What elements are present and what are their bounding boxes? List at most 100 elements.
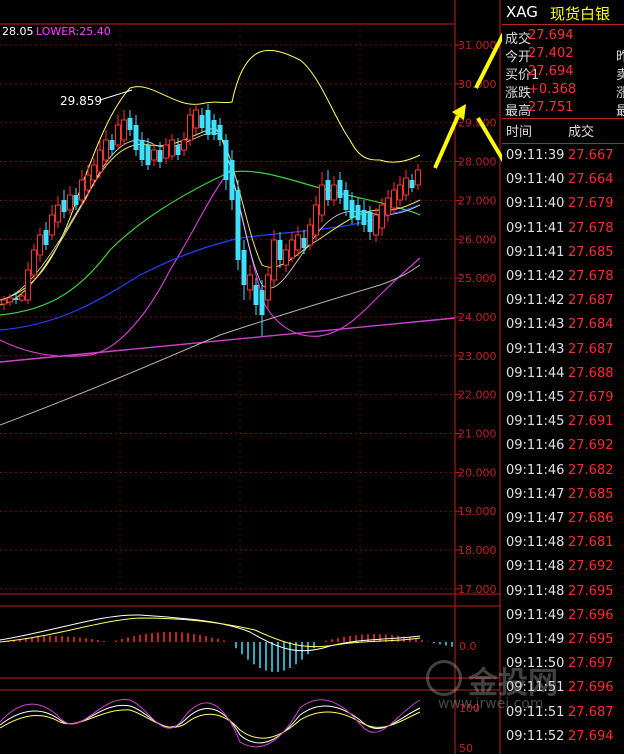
quote-header: XAG 现货白银	[502, 0, 624, 23]
tick-row[interactable]: 09:11:43 27.687	[502, 342, 624, 361]
tick-price: 27.694	[568, 728, 614, 744]
watermark-url: www.jrwei.com	[438, 696, 544, 712]
tick-time: 09:11:43	[506, 317, 565, 333]
kdj-axis-50: 50	[459, 742, 473, 754]
candle-body	[367, 212, 373, 232]
tick-price: 27.687	[568, 293, 614, 309]
price-axis: 31.00030.00029.00028.00027.00026.00025.0…	[458, 39, 497, 596]
quote-row: 今开 27.402 昨	[502, 46, 624, 65]
macd-dif-line	[0, 614, 421, 652]
candle-body	[271, 239, 277, 281]
tick-price: 27.692	[568, 438, 614, 454]
tick-price: 27.696	[568, 607, 614, 623]
tick-time: 09:11:52	[506, 728, 565, 744]
tick-price: 27.679	[568, 196, 614, 212]
ma-blue-line	[0, 204, 421, 331]
tick-time: 09:11:48	[506, 583, 565, 599]
candle-body	[61, 200, 67, 212]
tick-price: 27.692	[568, 559, 614, 575]
tick-time: 09:11:42	[506, 269, 565, 284]
quote-extra-label: 最	[616, 104, 624, 119]
candle-body	[115, 124, 121, 146]
tick-row[interactable]: 09:11:39 27.667	[502, 148, 624, 167]
candle-body	[121, 119, 127, 141]
tick-row[interactable]: 09:11:41 27.685	[502, 245, 624, 264]
candle-body	[355, 205, 361, 220]
candle-body	[199, 115, 205, 128]
tick-price: 27.678	[568, 220, 614, 236]
candle-body	[415, 169, 421, 186]
tick-row[interactable]: 09:11:46 27.692	[502, 438, 624, 457]
candle-body	[49, 214, 55, 236]
boll-upper-label: 28.05	[2, 25, 34, 38]
chart-frame	[0, 0, 501, 754]
tick-time: 09:11:43	[506, 341, 565, 357]
candle-body	[55, 204, 61, 223]
candle-body	[325, 180, 331, 200]
tick-row[interactable]: 09:11:48 27.692	[502, 559, 624, 578]
tick-row[interactable]: 09:11:45 27.691	[502, 414, 624, 433]
tick-row[interactable]: 09:11:42 27.678	[502, 269, 624, 288]
tick-time: 09:11:47	[506, 511, 565, 526]
tick-row[interactable]: 09:11:40 27.664	[502, 172, 624, 191]
candle-body	[397, 184, 403, 201]
candle-body	[157, 150, 163, 162]
macd-panel	[0, 614, 453, 672]
tick-row[interactable]: 09:11:47 27.686	[502, 511, 624, 530]
candle-body	[361, 210, 367, 225]
tick-time: 09:11:49	[506, 632, 565, 647]
tick-row[interactable]: 09:11:44 27.688	[502, 366, 624, 385]
boll-lower-line	[0, 168, 421, 357]
candle-body	[343, 190, 349, 210]
tick-row[interactable]: 09:11:41 27.678	[502, 221, 624, 240]
quote-value: 27.751	[528, 100, 574, 115]
candle-body	[223, 140, 229, 180]
tick-row[interactable]: 09:11:47 27.685	[502, 487, 624, 506]
quote-extra-label: 昨	[616, 50, 624, 65]
ma-green-line	[0, 170, 421, 316]
candle-body	[229, 160, 235, 200]
quote-panel: XAG 现货白银 成交 27.694 今开 27.402 昨买价1 27.694 卖涨跌 +0…	[502, 0, 624, 754]
tick-row[interactable]: 09:11:40 27.679	[502, 196, 624, 215]
tick-price: 27.687	[568, 341, 614, 357]
quote-value: 27.694	[528, 64, 574, 79]
kdj-d-line	[0, 709, 421, 739]
tick-row[interactable]: 09:11:48 27.695	[502, 584, 624, 603]
candle-body	[163, 144, 169, 159]
tick-price: 27.664	[568, 172, 614, 188]
quote-value: +0.368	[528, 82, 577, 97]
tick-row[interactable]: 09:11:49 27.695	[502, 632, 624, 651]
tick-row[interactable]: 09:11:48 27.681	[502, 535, 624, 554]
ma-long-line	[0, 264, 421, 426]
tick-time: 09:11:41	[506, 244, 565, 260]
tick-price: 27.685	[568, 244, 614, 260]
macd-axis-label: 0.0	[459, 640, 477, 653]
ticks-price-header: 成交	[568, 125, 595, 140]
candle-body	[385, 197, 391, 216]
tick-row[interactable]: 09:11:43 27.684	[502, 317, 624, 336]
tick-price: 27.679	[568, 390, 614, 405]
candle-body	[175, 145, 181, 155]
tick-row[interactable]: 09:11:46 27.682	[502, 463, 624, 482]
tick-time: 09:11:45	[506, 390, 565, 405]
tick-row[interactable]: 09:11:42 27.687	[502, 293, 624, 312]
candle-body	[1, 299, 7, 305]
instrument-name: 现货白银	[550, 5, 611, 23]
tick-time: 09:11:49	[506, 607, 565, 623]
candle-body	[277, 240, 283, 260]
candle-body	[253, 285, 259, 305]
tick-row[interactable]: 09:11:45 27.679	[502, 390, 624, 409]
tick-time: 09:11:46	[506, 438, 565, 454]
tick-price: 27.691	[568, 414, 614, 430]
price-grid	[0, 24, 461, 594]
quote-row: 成交 27.694	[502, 28, 624, 47]
candle-body	[151, 149, 157, 161]
candle-body	[13, 298, 19, 300]
candle-body	[319, 184, 325, 216]
tick-row[interactable]: 09:11:49 27.696	[502, 608, 624, 627]
quote-extra-label: 卖	[616, 68, 624, 83]
tick-row[interactable]: 09:11:52 27.694	[502, 729, 624, 748]
candle-body	[97, 149, 103, 173]
candle-body	[169, 139, 175, 157]
candle-body	[241, 250, 247, 285]
